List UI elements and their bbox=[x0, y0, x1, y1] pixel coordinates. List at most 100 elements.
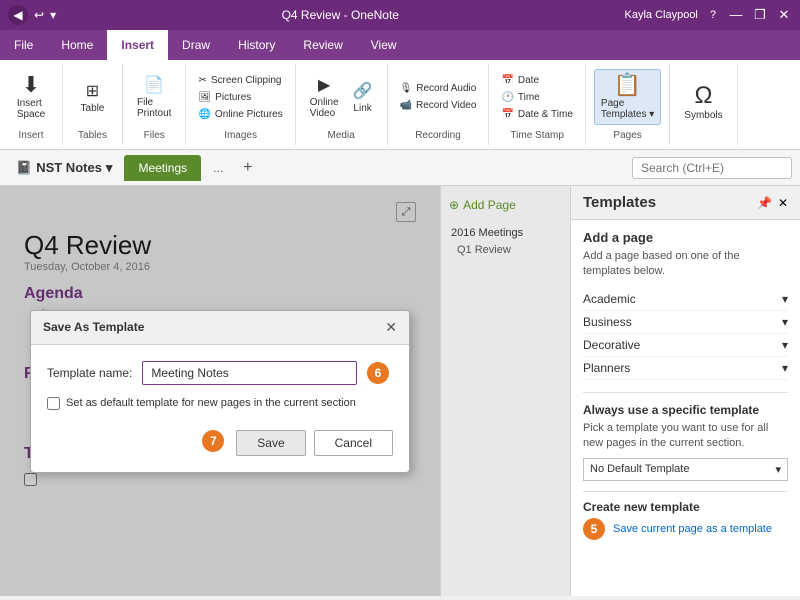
menu-file[interactable]: File bbox=[0, 30, 47, 60]
category-decorative-label: Decorative bbox=[583, 338, 640, 352]
online-video-button[interactable]: ▶ OnlineVideo bbox=[304, 71, 345, 123]
restore-button[interactable]: ❐ bbox=[752, 7, 768, 23]
ribbon-group-timestamp: 📅 Date 🕐 Time 📅 Date & Time Time Stamp bbox=[489, 64, 585, 145]
create-title: Create new template bbox=[583, 500, 788, 514]
record-video-label: Record Video bbox=[416, 100, 476, 111]
back-button[interactable]: ◀ bbox=[8, 5, 28, 25]
datetime-button[interactable]: 📅 Date & Time bbox=[497, 107, 576, 122]
help-icon[interactable]: ? bbox=[710, 9, 716, 21]
record-audio-icon: 🎙 bbox=[400, 83, 413, 94]
close-button[interactable]: ✕ bbox=[776, 7, 792, 23]
add-page-button[interactable]: ⊕ Add Page bbox=[445, 194, 566, 216]
symbols-button[interactable]: Ω Symbols bbox=[678, 80, 728, 125]
pictures-label: Pictures bbox=[215, 92, 251, 103]
menu-history[interactable]: History bbox=[224, 30, 289, 60]
page-templates-label: PageTemplates ▾ bbox=[601, 98, 654, 120]
page-list-item-q1[interactable]: Q1 Review bbox=[445, 242, 566, 259]
pages-buttons: 📋 PageTemplates ▾ bbox=[594, 68, 661, 126]
minimize-button[interactable]: — bbox=[728, 7, 744, 23]
category-decorative[interactable]: Decorative ▾ bbox=[583, 334, 788, 357]
datetime-label: Date & Time bbox=[518, 109, 573, 120]
online-pictures-label: Online Pictures bbox=[215, 109, 283, 120]
link-button[interactable]: 🔗 Link bbox=[347, 77, 379, 118]
menu-view[interactable]: View bbox=[357, 30, 411, 60]
create-link[interactable]: Save current page as a template bbox=[613, 523, 772, 535]
notebook-bar: 📓 NST Notes ▾ Meetings ... + bbox=[0, 150, 800, 186]
always-title: Always use a specific template bbox=[583, 403, 788, 417]
menu-home[interactable]: Home bbox=[47, 30, 107, 60]
section-tab-meetings[interactable]: Meetings bbox=[124, 155, 201, 181]
category-decorative-arrow: ▾ bbox=[782, 338, 788, 352]
ribbon-group-symbols: Ω Symbols bbox=[670, 64, 737, 145]
table-label: Table bbox=[81, 103, 105, 114]
undo-icon[interactable]: ↩ bbox=[34, 8, 44, 22]
insert-space-label: InsertSpace bbox=[17, 98, 45, 120]
category-planners[interactable]: Planners ▾ bbox=[583, 357, 788, 380]
screen-clipping-icon: ✂ bbox=[198, 75, 206, 86]
step-6-badge: 6 bbox=[367, 362, 389, 384]
time-button[interactable]: 🕐 Time bbox=[497, 90, 576, 105]
add-section-button[interactable]: + bbox=[235, 155, 260, 181]
page-content: ⤢ Q4 Review Tuesday, October 4, 2016 Age… bbox=[0, 186, 440, 596]
dialog-close-button[interactable]: ✕ bbox=[385, 319, 397, 336]
menu-review[interactable]: Review bbox=[289, 30, 356, 60]
template-name-input[interactable] bbox=[142, 361, 357, 385]
default-template-dropdown[interactable]: No Default Template ▾ bbox=[583, 458, 788, 481]
menubar: File Home Insert Draw History Review Vie… bbox=[0, 30, 800, 60]
app-title: Q4 Review - OneNote bbox=[56, 8, 624, 22]
default-template-row: Set as default template for new pages in… bbox=[47, 397, 393, 410]
create-section: Create new template 5 Save current page … bbox=[583, 491, 788, 540]
screen-clipping-button[interactable]: ✂ Screen Clipping bbox=[194, 73, 286, 88]
category-planners-label: Planners bbox=[583, 361, 630, 375]
search-input[interactable] bbox=[632, 157, 792, 179]
dialog-save-button[interactable]: Save bbox=[236, 430, 305, 456]
file-printout-button[interactable]: 📄 FilePrintout bbox=[131, 71, 177, 123]
recording-group-label: Recording bbox=[415, 126, 461, 141]
date-label: Date bbox=[518, 75, 539, 86]
media-group-label: Media bbox=[328, 126, 355, 141]
ribbon-group-pages: 📋 PageTemplates ▾ Pages bbox=[586, 64, 670, 145]
record-audio-label: Record Audio bbox=[416, 83, 476, 94]
templates-pin-icon[interactable]: 📌 bbox=[757, 196, 772, 210]
ribbon-group-media: ▶ OnlineVideo 🔗 Link Media bbox=[296, 64, 388, 145]
media-buttons: ▶ OnlineVideo 🔗 Link bbox=[304, 68, 379, 126]
notebook-label: NST Notes bbox=[36, 160, 102, 175]
page-templates-button[interactable]: 📋 PageTemplates ▾ bbox=[594, 69, 661, 125]
default-template-checkbox[interactable] bbox=[47, 397, 60, 410]
link-label: Link bbox=[353, 103, 371, 114]
tables-group-label: Tables bbox=[78, 126, 107, 141]
ribbon-group-recording: 🎙 Record Audio 📹 Record Video Recording bbox=[388, 64, 490, 145]
category-academic-arrow: ▾ bbox=[782, 292, 788, 306]
window-controls: — ❐ ✕ bbox=[728, 7, 792, 23]
menu-draw[interactable]: Draw bbox=[168, 30, 224, 60]
record-video-button[interactable]: 📹 Record Video bbox=[396, 98, 481, 113]
category-planners-arrow: ▾ bbox=[782, 361, 788, 375]
titlebar-right: Kayla Claypool ? — ❐ ✕ bbox=[625, 7, 793, 23]
template-name-label: Template name: bbox=[47, 366, 132, 380]
titlebar-left: ◀ ↩ ▾ bbox=[8, 5, 56, 25]
record-audio-button[interactable]: 🎙 Record Audio bbox=[396, 81, 481, 96]
symbols-label: Symbols bbox=[684, 110, 722, 121]
dialog-footer: 7 Save Cancel bbox=[47, 426, 393, 456]
menu-insert[interactable]: Insert bbox=[107, 30, 168, 60]
table-button[interactable]: ⊞ Table bbox=[75, 77, 111, 118]
dialog-cancel-button[interactable]: Cancel bbox=[314, 430, 393, 456]
pictures-icon: 🖼 bbox=[198, 92, 211, 103]
insert-space-button[interactable]: ⬇ InsertSpace bbox=[8, 70, 54, 124]
page-list-item-2016[interactable]: 2016 Meetings bbox=[445, 224, 566, 242]
section-tab-more[interactable]: ... bbox=[205, 157, 231, 179]
notebook-icon: 📓 bbox=[16, 160, 32, 176]
online-pictures-button[interactable]: 🌐 Online Pictures bbox=[194, 107, 286, 122]
online-video-label: OnlineVideo bbox=[310, 97, 339, 119]
pages-group-label: Pages bbox=[613, 126, 641, 141]
add-a-page-title: Add a page bbox=[583, 230, 788, 245]
notebook-name[interactable]: 📓 NST Notes ▾ bbox=[8, 156, 120, 180]
templates-close-icon[interactable]: ✕ bbox=[778, 196, 788, 210]
category-academic[interactable]: Academic ▾ bbox=[583, 288, 788, 311]
date-button[interactable]: 📅 Date bbox=[497, 73, 576, 88]
page-list: ⊕ Add Page 2016 Meetings Q1 Review bbox=[440, 186, 570, 596]
category-business[interactable]: Business ▾ bbox=[583, 311, 788, 334]
online-video-icon: ▶ bbox=[318, 75, 330, 95]
files-buttons: 📄 FilePrintout bbox=[131, 68, 177, 126]
pictures-button[interactable]: 🖼 Pictures bbox=[194, 90, 286, 105]
